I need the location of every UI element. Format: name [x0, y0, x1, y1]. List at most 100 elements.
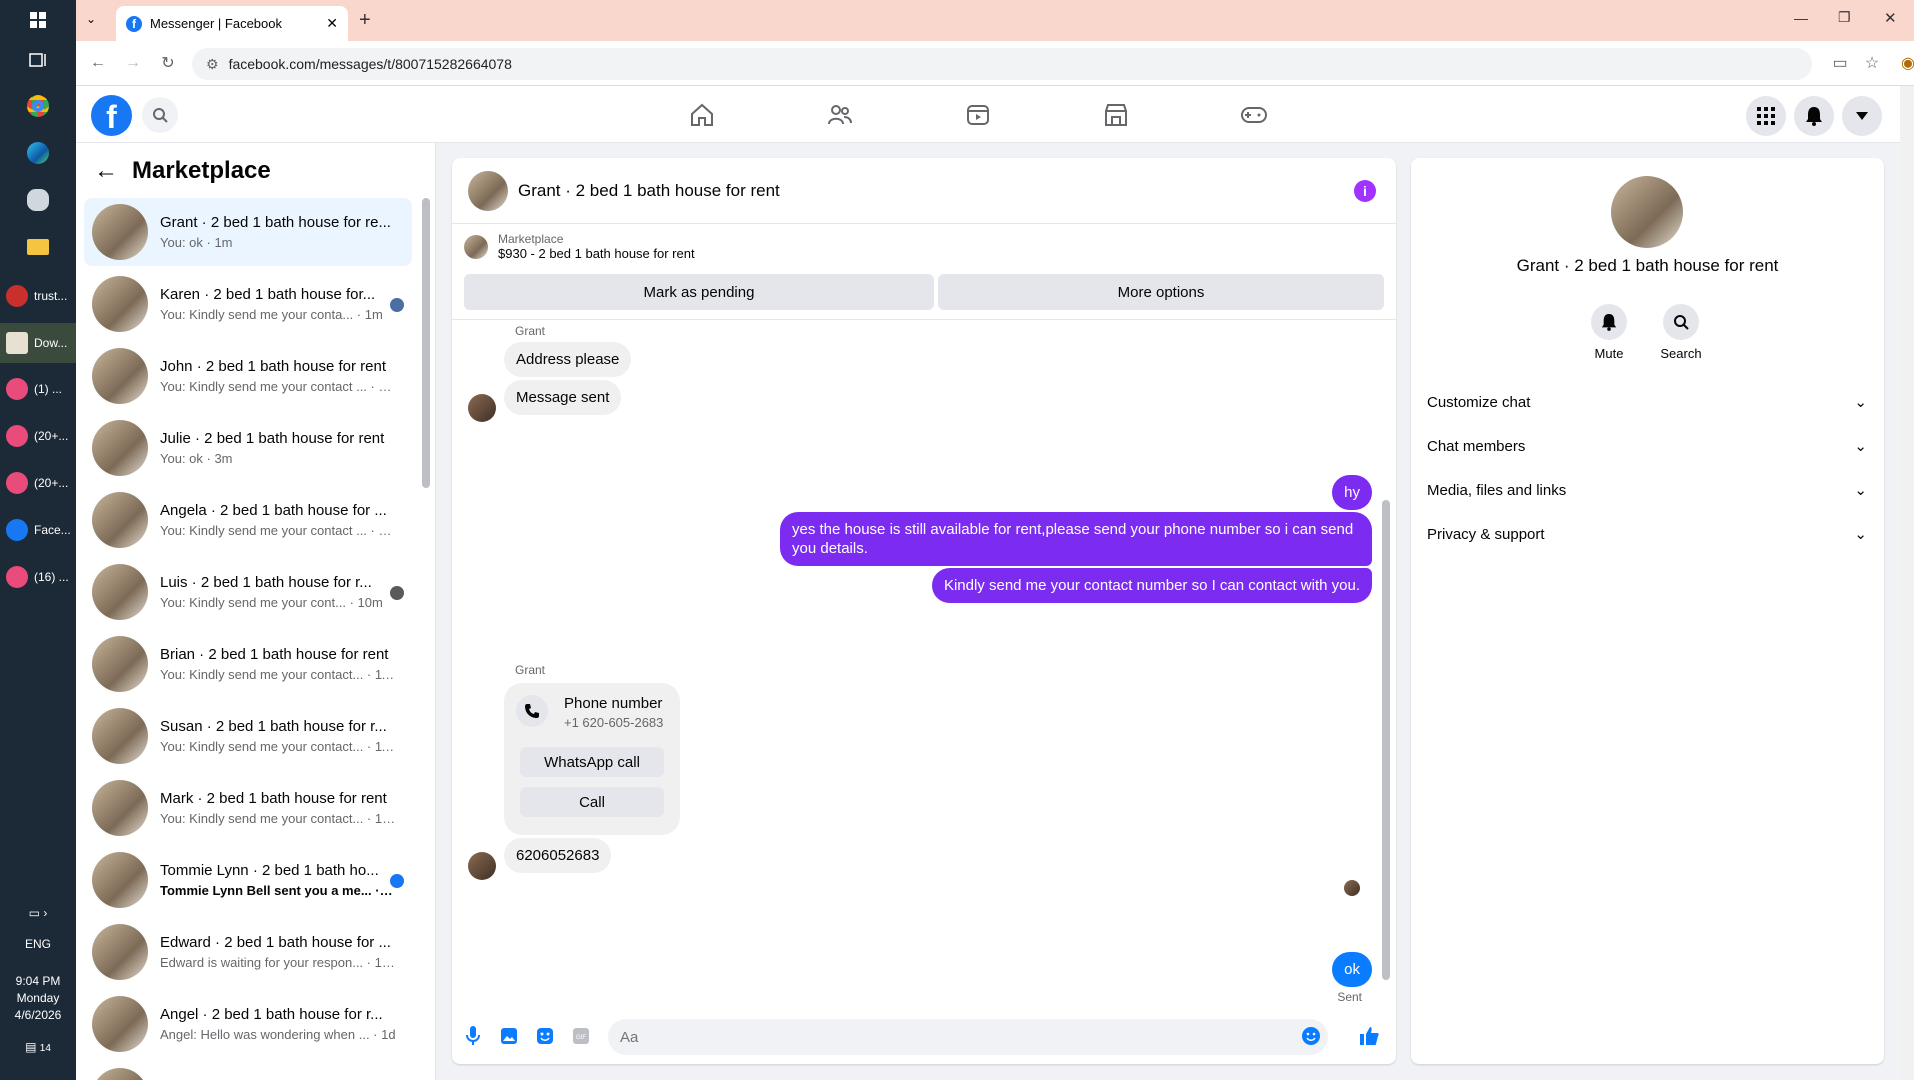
clock-time[interactable]: 9:04 PM — [0, 974, 76, 989]
conversation-item[interactable]: Grant · 2 bed 1 bath house for re... You:… — [84, 198, 412, 266]
customize-chat-section[interactable]: Customize chat ⌄ — [1427, 380, 1867, 424]
message-input[interactable] — [608, 1019, 1328, 1055]
new-tab-icon[interactable]: + — [359, 9, 371, 32]
gaming-icon[interactable] — [1238, 99, 1270, 131]
listing-info[interactable]: Marketplace $930 - 2 bed 1 bath house fo… — [464, 232, 695, 261]
task-view-icon[interactable] — [0, 40, 76, 80]
tab-search-icon[interactable]: ⌄ — [86, 12, 96, 26]
taskbar-window-3[interactable]: (1) ... — [0, 369, 76, 409]
minimize-icon[interactable]: — — [1794, 10, 1808, 26]
sender-avatar[interactable] — [468, 852, 496, 880]
conversation-item[interactable]: Luis · 2 bed 1 bath house for r... You: K… — [84, 558, 412, 626]
taskbar-window-label: trust... — [34, 289, 68, 303]
chat-scrollbar[interactable] — [1382, 500, 1390, 980]
message-bubble-outgoing[interactable]: Kindly send me your contact number so I … — [931, 568, 1372, 603]
conversation-item[interactable]: Rayna · 2 bed 1 bath house for... — [84, 1062, 412, 1080]
search-conversation-button[interactable]: Search — [1651, 304, 1711, 361]
conversation-item[interactable]: Karen · 2 bed 1 bath house for... You: Ki… — [84, 270, 412, 338]
site-info-icon[interactable]: ⚙ — [206, 56, 219, 73]
taskbar-window-label: Face... — [34, 523, 71, 537]
thumbs-up-icon[interactable] — [1358, 1025, 1380, 1047]
conversation-item[interactable]: Angela · 2 bed 1 bath house for ... You: … — [84, 486, 412, 554]
photo-icon[interactable] — [498, 1025, 520, 1047]
install-app-icon[interactable]: ▭ — [1828, 51, 1852, 75]
sticker-icon[interactable] — [534, 1025, 556, 1047]
address-bar[interactable]: ⚙ facebook.com/messages/t/80071528266407… — [192, 48, 1812, 80]
taskbar-window-2[interactable]: Dow... — [0, 323, 76, 363]
media-files-links-section[interactable]: Media, files and links ⌄ — [1427, 468, 1867, 512]
weather-icon[interactable] — [0, 180, 76, 220]
friends-icon[interactable] — [824, 99, 856, 131]
conversation-item[interactable]: Angel · 2 bed 1 bath house for r... Angel… — [84, 990, 412, 1058]
taskbar-window-4[interactable]: (20+... — [0, 416, 76, 456]
account-chevron-icon[interactable] — [1842, 96, 1882, 136]
video-icon[interactable] — [962, 99, 994, 131]
file-explorer-icon[interactable] — [0, 227, 76, 267]
conversation-text: Grant · 2 bed 1 bath house for re... You:… — [160, 214, 396, 250]
chat-avatar[interactable] — [468, 170, 508, 211]
conversation-item[interactable]: Tommie Lynn · 2 bed 1 bath ho... Tommie L… — [84, 846, 412, 914]
taskbar-window-5[interactable]: (20+... — [0, 463, 76, 503]
forward-icon[interactable]: → — [121, 51, 145, 75]
conversation-item[interactable]: John · 2 bed 1 bath house for rent You: K… — [84, 342, 412, 410]
marketplace-icon[interactable] — [1100, 99, 1132, 131]
back-arrow-icon[interactable]: ← — [94, 157, 118, 185]
chat-members-section[interactable]: Chat members ⌄ — [1427, 424, 1867, 468]
taskbar-window-7[interactable]: (16) ... — [0, 557, 76, 597]
conversation-item[interactable]: Susan · 2 bed 1 bath house for r... You: … — [84, 702, 412, 770]
notifications-bell-icon[interactable] — [1794, 96, 1834, 136]
restore-icon[interactable]: ❐ — [1838, 9, 1851, 26]
message-bubble-incoming[interactable]: Address please — [504, 342, 632, 377]
taskbar-window-label: (16) ... — [34, 570, 69, 584]
notification-center-icon[interactable]: ▤ 14 — [0, 1040, 76, 1056]
mark-pending-button[interactable]: Mark as pending — [464, 274, 934, 310]
back-icon[interactable]: ← — [86, 51, 110, 75]
conversation-item[interactable]: Julie · 2 bed 1 bath house for rent You: … — [84, 414, 412, 482]
close-tab-icon[interactable]: ✕ — [326, 15, 338, 32]
message-bubble-outgoing[interactable]: hy — [1332, 475, 1372, 510]
chat-title[interactable]: Grant · 2 bed 1 bath house for rent — [518, 181, 780, 201]
phone-card-title: Phone number — [564, 695, 663, 712]
browser-tab-active[interactable]: f Messenger | Facebook ✕ — [116, 6, 348, 41]
conversation-item[interactable]: Edward · 2 bed 1 bath house for ... Edwar… — [84, 918, 412, 986]
bookmark-star-icon[interactable]: ☆ — [1860, 51, 1884, 75]
more-options-button[interactable]: More options — [938, 274, 1384, 310]
search-icon[interactable] — [142, 97, 178, 133]
message-bubble-incoming[interactable]: Message sent — [504, 380, 622, 415]
message-bubble-outgoing[interactable]: ok — [1332, 952, 1372, 987]
conversation-avatar — [92, 852, 148, 908]
message-bubble-outgoing[interactable]: yes the house is still available for ren… — [780, 512, 1372, 566]
conversation-item[interactable]: Mark · 2 bed 1 bath house for rent You: K… — [84, 774, 412, 842]
tray-icons[interactable]: ▭ › — [0, 906, 76, 921]
mute-button[interactable]: Mute — [1579, 304, 1639, 361]
edge-icon[interactable] — [0, 133, 76, 173]
gif-icon[interactable]: GIF — [570, 1025, 592, 1047]
privacy-support-section[interactable]: Privacy & support ⌄ — [1427, 512, 1867, 556]
conversation-list-scrollbar[interactable] — [422, 198, 430, 488]
conversation-text: Angela · 2 bed 1 bath house for ... You: … — [160, 502, 396, 538]
close-window-icon[interactable]: ✕ — [1884, 9, 1897, 27]
conversation-item[interactable]: Brian · 2 bed 1 bath house for rent You: … — [84, 630, 412, 698]
microphone-icon[interactable] — [462, 1025, 484, 1047]
language-indicator[interactable]: ENG — [0, 937, 76, 952]
info-icon[interactable]: i — [1354, 180, 1376, 202]
details-avatar[interactable] — [1611, 176, 1683, 248]
taskbar-window-label: Dow... — [34, 336, 68, 350]
taskbar-window-1[interactable]: trust... — [0, 276, 76, 316]
emoji-icon[interactable] — [1300, 1025, 1322, 1047]
conversation-preview: Tommie Lynn Bell sent you a me... · 2h — [160, 883, 396, 898]
call-button[interactable]: Call — [520, 787, 664, 817]
sender-avatar[interactable] — [468, 394, 496, 422]
chrome-icon[interactable] — [0, 86, 76, 126]
menu-grid-icon[interactable] — [1746, 96, 1786, 136]
windows-start-icon[interactable] — [0, 0, 76, 40]
facebook-logo-icon[interactable]: f — [91, 95, 132, 136]
reload-icon[interactable]: ↻ — [156, 51, 180, 75]
page-scrollbar[interactable] — [1900, 86, 1914, 1080]
taskbar-window-6[interactable]: Face... — [0, 510, 76, 550]
message-bubble-incoming[interactable]: 6206052683 — [504, 838, 612, 873]
profile-icon[interactable]: ◉ — [1896, 51, 1914, 75]
whatsapp-call-button[interactable]: WhatsApp call — [520, 747, 664, 777]
home-icon[interactable] — [686, 99, 718, 131]
facebook-favicon-icon: f — [126, 15, 142, 32]
